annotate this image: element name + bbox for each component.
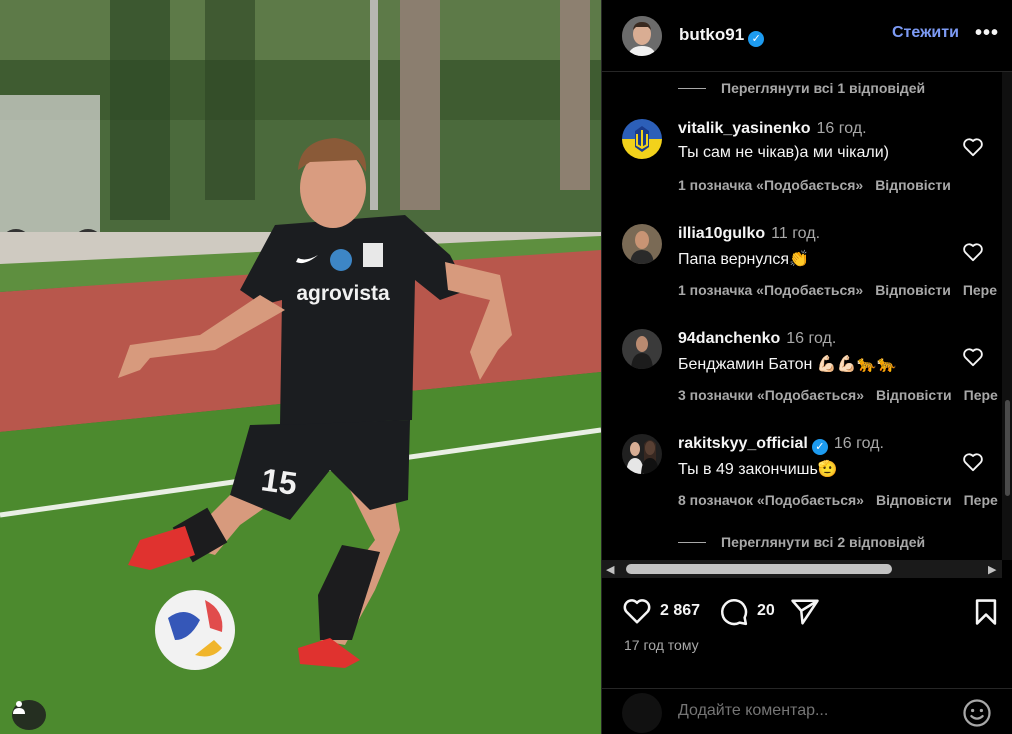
soccer-ball	[155, 590, 235, 670]
comment-avatar[interactable]	[622, 329, 662, 369]
translate-button[interactable]: Пере	[964, 387, 998, 403]
comment-like-button[interactable]	[962, 242, 984, 267]
author-username-text[interactable]: butko91	[679, 25, 744, 44]
horizontal-scrollbar[interactable]: ◀ ▶	[602, 560, 1002, 578]
comment-username[interactable]: illia10gulko 11 год.	[678, 225, 820, 243]
replies-divider	[678, 87, 706, 89]
post-side-panel: butko91 ✓ Стежити ••• Переглянути всі 1 в…	[601, 0, 1012, 734]
comment-text: Ты в 49 закончишь🫡	[678, 461, 838, 478]
comment-text: Папа вернулся👏	[678, 251, 809, 268]
comment-time: 16 год.	[786, 330, 837, 347]
comment-time: 11 год.	[771, 225, 821, 242]
more-horizontal-icon[interactable]: •••	[975, 22, 999, 45]
translate-button[interactable]: Пере	[963, 282, 997, 298]
comment-time: 16 год.	[816, 120, 867, 137]
comment-like-button[interactable]	[962, 452, 984, 477]
comment-likes[interactable]: 1 позначка «Подобається»	[678, 282, 863, 298]
bookmark-icon	[975, 599, 997, 625]
comment-like-button[interactable]	[962, 347, 984, 372]
reply-button[interactable]: Відповісти	[875, 177, 951, 193]
translate-button[interactable]: Пере	[964, 492, 998, 508]
scroll-right-arrow-icon[interactable]: ▶	[988, 563, 996, 576]
author-avatar[interactable]	[622, 15, 662, 56]
post-actions: 2 867 20 17 год тому	[602, 578, 1012, 688]
comment-avatar[interactable]	[622, 119, 662, 159]
comment-likes[interactable]: 1 позначка «Подобається»	[678, 177, 863, 193]
post-photo[interactable]: agrovista 15	[0, 0, 601, 734]
replies-divider	[678, 541, 706, 543]
comment-username[interactable]: rakitskyy_official ✓ 16 год.	[678, 435, 884, 455]
post-header: butko91 ✓ Стежити •••	[602, 0, 1012, 72]
comment-text: Бенджамин Батон 💪🏻💪🏻🐆🐆	[678, 356, 897, 373]
view-replies-button[interactable]: Переглянути всі 1 відповідей	[678, 80, 925, 96]
verified-badge-icon: ✓	[748, 30, 765, 47]
reply-button[interactable]: Відповісти	[876, 387, 952, 403]
comment-avatar-image	[622, 224, 662, 264]
emoji-button[interactable]	[962, 698, 992, 733]
comment-username[interactable]: vitalik_yasinenko 16 год.	[678, 120, 867, 138]
comment-meta: 1 позначка «Подобається» Відповісти	[678, 177, 975, 193]
paper-plane-icon	[791, 599, 819, 625]
horizontal-scrollbar-thumb[interactable]	[626, 564, 892, 574]
post-timestamp[interactable]: 17 год тому	[624, 637, 699, 653]
comment-likes[interactable]: 3 позначки «Подобається»	[678, 387, 864, 403]
comment-item: illia10gulko 11 год. Папа вернулся👏 1 поз…	[622, 224, 1002, 324]
view-replies-label[interactable]: Переглянути всі 1 відповідей	[721, 80, 925, 96]
heart-icon	[963, 243, 983, 262]
reply-button[interactable]: Відповісти	[876, 492, 952, 508]
comment-meta: 1 позначка «Подобається» Відповісти Пере	[678, 282, 1002, 298]
comment-username-text[interactable]: vitalik_yasinenko	[678, 120, 811, 137]
share-button[interactable]	[790, 598, 820, 631]
heart-icon	[963, 138, 983, 157]
current-user-avatar	[622, 693, 662, 733]
comment-avatar-image	[622, 329, 662, 369]
view-replies-label[interactable]: Переглянути всі 2 відповідей	[721, 534, 925, 550]
vertical-scrollbar-thumb[interactable]	[1005, 400, 1010, 496]
comment-meta: 8 позначок «Подобається» Відповісти Пере	[678, 492, 1002, 508]
vertical-scrollbar[interactable]	[1002, 72, 1012, 560]
comment-item: vitalik_yasinenko 16 год. Ты сам не чікав…	[622, 119, 1002, 219]
author-username[interactable]: butko91 ✓	[679, 25, 765, 47]
comment-input[interactable]	[678, 702, 938, 720]
heart-icon	[963, 348, 983, 367]
add-comment-bar	[602, 688, 1012, 734]
comment-username-text[interactable]: 94danchenko	[678, 330, 780, 347]
follow-button[interactable]: Стежити	[892, 24, 959, 42]
comment-username-text[interactable]: rakitskyy_official	[678, 435, 808, 452]
comment-meta: 3 позначки «Подобається» Відповісти Пере	[678, 387, 1002, 403]
comment-time: 16 год.	[833, 435, 884, 452]
person-icon	[13, 701, 25, 714]
like-button[interactable]	[622, 597, 652, 630]
comment-item: rakitskyy_official ✓ 16 год. Ты в 49 закон…	[622, 434, 1002, 534]
comment-bubble-icon	[721, 599, 748, 626]
user-tag-button[interactable]	[12, 700, 46, 730]
heart-icon	[623, 599, 651, 624]
ukraine-coat-avatar-image	[622, 119, 662, 159]
save-button[interactable]	[973, 598, 999, 631]
scroll-left-arrow-icon[interactable]: ◀	[606, 563, 614, 576]
comment-avatar[interactable]	[622, 224, 662, 264]
view-replies-button[interactable]: Переглянути всі 2 відповідей	[678, 534, 925, 550]
comment-avatar[interactable]	[622, 434, 662, 474]
comment-like-button[interactable]	[962, 137, 984, 162]
jersey-sponsor: agrovista	[296, 282, 390, 305]
author-avatar-image	[622, 15, 662, 56]
reply-button[interactable]: Відповісти	[875, 282, 951, 298]
photo-scene: agrovista 15	[0, 0, 601, 734]
comment-text: Ты сам не чікав)а ми чікали)	[678, 144, 889, 161]
comment-username-text[interactable]: illia10gulko	[678, 225, 765, 242]
like-count[interactable]: 2 867	[660, 602, 700, 620]
comment-avatar-image	[622, 434, 662, 474]
comment-username[interactable]: 94danchenko 16 год.	[678, 330, 836, 348]
comment-button[interactable]	[719, 597, 749, 632]
comment-count: 20	[757, 602, 775, 619]
verified-badge-icon: ✓	[811, 439, 828, 455]
shirt-number: 15	[259, 461, 299, 502]
comments-list[interactable]: Переглянути всі 1 відповідей vitalik_yas…	[602, 72, 1002, 560]
heart-icon	[963, 453, 983, 472]
comment-item: 94danchenko 16 год. Бенджамин Батон 💪🏻💪🏻🐆…	[622, 329, 1002, 429]
comment-likes[interactable]: 8 позначок «Подобається»	[678, 492, 864, 508]
smiley-icon	[963, 699, 991, 727]
